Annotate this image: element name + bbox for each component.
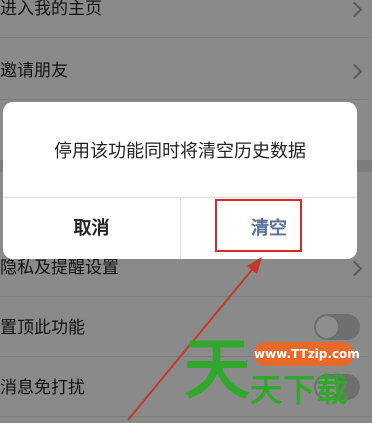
chevron-right-icon [346,260,363,277]
dialog-message: 停用该功能同时将清空历史数据 [54,141,306,162]
watermark-url: www.TTzip.com [254,342,360,366]
clear-button[interactable]: 清空 [181,198,357,259]
watermark-text: 天下载 [250,371,350,409]
watermark-char: 天 [184,331,250,408]
chevron-right-icon [346,63,363,80]
settings-row-my-homepage[interactable]: 进入我的主页 [0,0,372,38]
row-label: 邀请朋友 [0,61,68,81]
confirm-dialog: 停用该功能同时将清空历史数据 取消 清空 [3,102,357,259]
row-label: 消息免打扰 [0,378,85,398]
settings-row-invite-friends[interactable]: 邀请朋友 [0,40,372,100]
row-label: 置顶此功能 [0,318,85,338]
row-label: 进入我的主页 [0,0,102,19]
cancel-button[interactable]: 取消 [3,198,180,259]
row-label: 隐私及提醒设置 [0,258,119,278]
watermark-logo: 天 www.TTzip.com 天下载 [180,330,372,423]
chevron-right-icon [346,1,363,18]
